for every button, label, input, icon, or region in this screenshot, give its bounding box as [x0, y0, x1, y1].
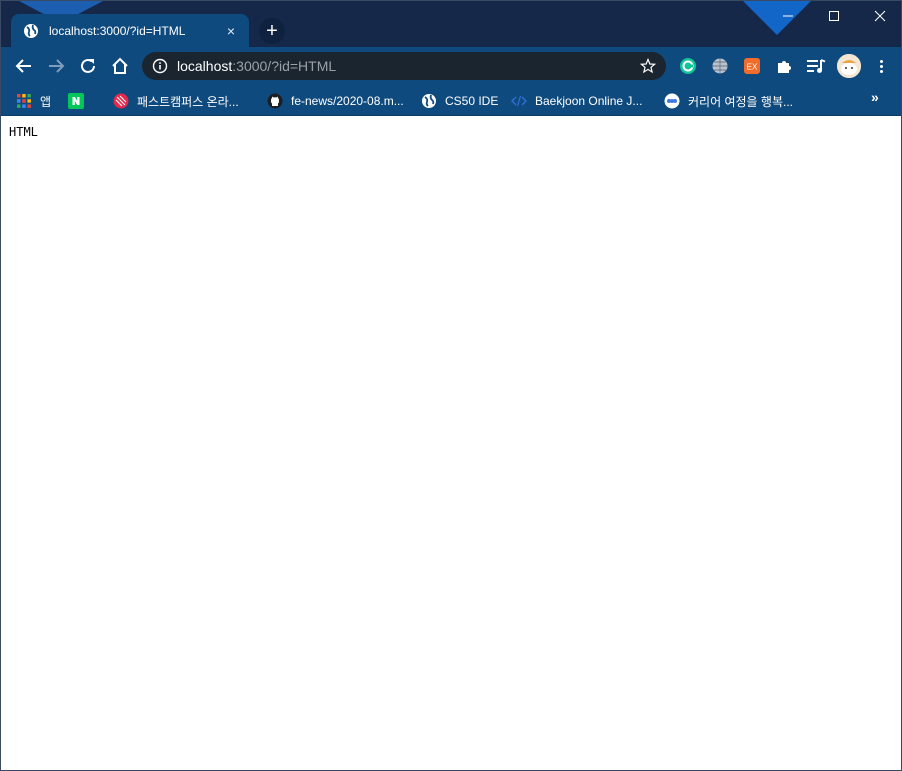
close-icon [874, 10, 886, 22]
forward-arrow-icon [49, 59, 65, 73]
grammarly-extension-icon[interactable] [678, 56, 698, 76]
ex-extension-icon[interactable]: EX [742, 56, 762, 76]
bookmarks-overflow-button[interactable]: » [871, 89, 879, 105]
page-viewport: HTML [1, 117, 901, 770]
url-path: :3000/?id=HTML [232, 58, 337, 74]
bookmark-star-icon[interactable] [639, 57, 657, 74]
new-tab-button[interactable]: + [259, 18, 285, 44]
reload-button[interactable] [76, 54, 100, 78]
tab-active[interactable]: localhost:3000/?id=HTML × [11, 14, 249, 47]
bookmark-fastcampus[interactable]: 패스트캠퍼스 온라... [113, 90, 239, 112]
info-icon[interactable] [152, 58, 168, 74]
tab-close-button[interactable]: × [223, 23, 239, 39]
translate-extension-icon[interactable] [710, 56, 730, 76]
globe-icon [421, 93, 437, 109]
more-menu-icon[interactable] [871, 56, 891, 76]
fastcampus-icon [113, 93, 129, 109]
profile-avatar[interactable] [837, 54, 861, 78]
home-button[interactable] [108, 54, 132, 78]
bookmark-label: 앱 [40, 94, 52, 109]
bookmark-apps[interactable]: 앱 [16, 90, 51, 112]
bookmark-label: Baekjoon Online J... [535, 94, 643, 108]
bookmark-label: CS50 IDE [445, 94, 499, 108]
browser-toolbar: localhost:3000/?id=HTML EX [1, 47, 901, 85]
bookmark-baekjoon[interactable]: Baekjoon Online J... [511, 90, 642, 112]
extensions-puzzle-icon[interactable] [774, 56, 794, 76]
minimize-button[interactable] [765, 1, 811, 31]
bookmark-cs50-ide[interactable]: CS50 IDE [421, 90, 498, 112]
svg-text:EX: EX [747, 63, 758, 72]
apps-grid-icon [16, 93, 32, 109]
tab-strip: localhost:3000/?id=HTML × + [1, 1, 901, 47]
bookmark-label: 패스트캠퍼스 온라... [137, 94, 239, 109]
naver-icon [68, 93, 84, 109]
url-text: localhost:3000/?id=HTML [177, 58, 336, 74]
maximize-icon [829, 11, 839, 21]
code-icon [511, 93, 527, 109]
address-bar[interactable]: localhost:3000/?id=HTML [142, 52, 666, 80]
browser-window: localhost:3000/?id=HTML × + localhost:30… [0, 0, 902, 771]
github-icon [267, 93, 283, 109]
back-arrow-icon [15, 59, 31, 73]
bookmark-career[interactable]: 커리어 여정을 행복... [664, 90, 793, 112]
bookmarks-bar: 앱 패스트캠퍼스 온라... fe-news/2020-08.m... CS50… [1, 85, 901, 116]
minimize-icon [783, 15, 793, 17]
bookmark-label: fe-news/2020-08.m... [291, 94, 404, 108]
bookmark-naver[interactable] [68, 90, 92, 112]
url-host: localhost [177, 58, 233, 74]
close-window-button[interactable] [857, 1, 901, 31]
reload-icon [81, 58, 95, 73]
back-button[interactable] [12, 54, 36, 78]
page-body-text: HTML [9, 125, 38, 139]
bookmark-label: 커리어 여정을 행복... [688, 94, 793, 109]
home-icon [112, 57, 128, 74]
globe-icon [23, 23, 39, 39]
maximize-button[interactable] [811, 1, 857, 31]
forward-button[interactable] [44, 54, 68, 78]
media-queue-icon[interactable] [806, 56, 826, 76]
tab-title: localhost:3000/?id=HTML [49, 23, 186, 38]
bookmark-fe-news[interactable]: fe-news/2020-08.m... [267, 90, 404, 112]
career-icon [664, 93, 680, 109]
